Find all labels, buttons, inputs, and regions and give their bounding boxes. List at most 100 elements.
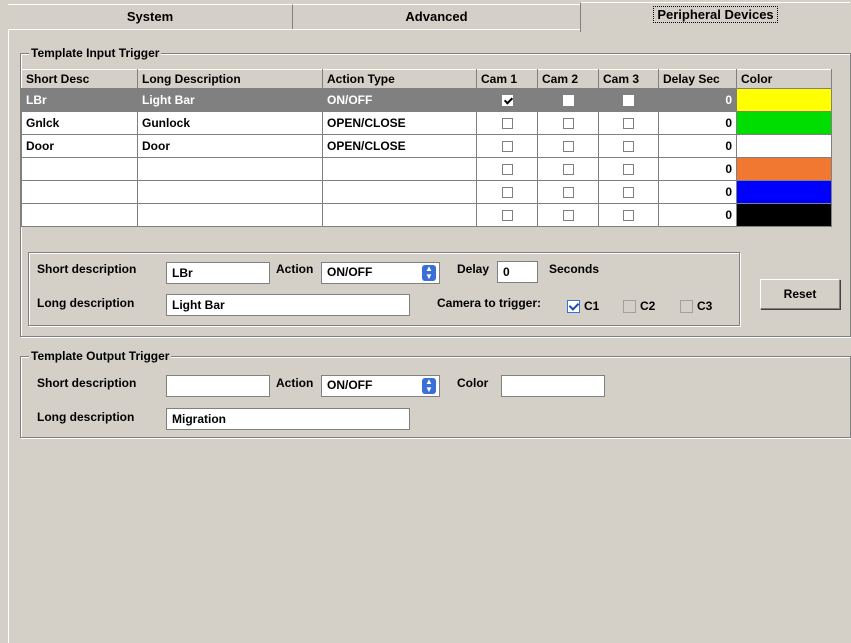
- cell-color[interactable]: [736, 180, 832, 204]
- cell-action-type: OPEN/CLOSE: [322, 111, 477, 135]
- camera-c3-checkbox[interactable]: C3: [680, 299, 712, 313]
- cell-color[interactable]: [736, 134, 832, 158]
- column-header-delay-sec[interactable]: Delay Sec: [658, 69, 737, 89]
- cell-delay-sec: 0: [658, 134, 737, 158]
- cam3-checkbox[interactable]: [623, 164, 634, 176]
- cell-action-type: ON/OFF: [322, 88, 477, 112]
- table-row[interactable]: Gnlck Gunlock OPEN/CLOSE 0: [21, 111, 832, 135]
- cell-long-description: [137, 203, 323, 227]
- cell-color[interactable]: [736, 88, 832, 112]
- short-description-input[interactable]: LBr: [166, 262, 270, 284]
- output-action-select-value: ON/OFF: [327, 378, 373, 392]
- cam3-checkbox[interactable]: [623, 210, 634, 222]
- action-label: Action: [276, 262, 314, 276]
- cell-short-desc: [21, 157, 138, 181]
- cam2-checkbox[interactable]: [562, 95, 574, 107]
- long-description-label: Long description: [37, 296, 135, 310]
- camera-c3-label: C3: [697, 299, 713, 313]
- cell-short-desc: [21, 180, 138, 204]
- cell-cam1: [476, 203, 538, 227]
- cam1-checkbox[interactable]: [501, 141, 513, 153]
- cam1-checkbox[interactable]: [501, 118, 513, 130]
- cam2-checkbox[interactable]: [562, 187, 574, 199]
- cell-cam3: [598, 157, 659, 181]
- column-header-long-description[interactable]: Long Description: [137, 69, 323, 89]
- cam2-checkbox[interactable]: [562, 210, 574, 222]
- column-header-cam2[interactable]: Cam 2: [537, 69, 599, 89]
- camera-c3-box[interactable]: [680, 299, 693, 313]
- cell-delay-sec: 0: [658, 157, 737, 181]
- table-row[interactable]: 0: [21, 203, 832, 227]
- cell-cam1: [476, 157, 538, 181]
- tab-peripheral-devices[interactable]: Peripheral Devices: [580, 2, 850, 32]
- delay-label: Delay: [457, 262, 490, 276]
- camera-c1-checkbox[interactable]: C1: [567, 299, 599, 313]
- delay-input[interactable]: 0: [497, 261, 538, 283]
- cell-long-description: Light Bar: [137, 88, 323, 112]
- output-long-description-input[interactable]: Migration: [166, 408, 410, 430]
- cam1-checkbox[interactable]: [501, 210, 513, 222]
- table-row[interactable]: Door Door OPEN/CLOSE 0: [21, 134, 832, 158]
- column-header-action-type[interactable]: Action Type: [322, 69, 477, 89]
- cell-color[interactable]: [736, 203, 832, 227]
- cell-color[interactable]: [736, 157, 832, 181]
- updown-arrows-icon[interactable]: ▲ ▼: [422, 378, 436, 394]
- table-header-row: Short Desc Long Description Action Type …: [21, 69, 832, 89]
- column-header-cam1[interactable]: Cam 1: [476, 69, 538, 89]
- cell-cam2: [537, 203, 599, 227]
- cell-short-desc: Door: [21, 134, 138, 158]
- cam3-checkbox[interactable]: [623, 187, 634, 199]
- cam2-checkbox[interactable]: [562, 164, 574, 176]
- output-color-field[interactable]: [501, 375, 605, 397]
- cell-delay-sec: 0: [658, 111, 737, 135]
- cam1-checkbox[interactable]: [501, 187, 513, 199]
- cell-cam2: [537, 157, 599, 181]
- cell-short-desc: [21, 203, 138, 227]
- updown-arrows-icon[interactable]: ▲ ▼: [422, 265, 436, 281]
- output-short-description-input[interactable]: [166, 375, 270, 397]
- camera-c1-box[interactable]: [567, 299, 580, 313]
- column-header-cam3[interactable]: Cam 3: [598, 69, 659, 89]
- cam2-checkbox[interactable]: [562, 118, 574, 130]
- camera-c2-box[interactable]: [623, 299, 636, 313]
- table-row[interactable]: LBr Light Bar ON/OFF 0: [21, 88, 832, 112]
- reset-button[interactable]: Reset: [760, 279, 840, 309]
- output-trigger-group: Template Output Trigger: [20, 349, 851, 438]
- cell-action-type: [322, 157, 477, 181]
- table-row[interactable]: 0: [21, 180, 832, 204]
- output-trigger-title: Template Output Trigger: [29, 349, 172, 363]
- seconds-label: Seconds: [549, 262, 600, 276]
- output-color-label: Color: [457, 376, 489, 390]
- cell-long-description: [137, 180, 323, 204]
- cell-color[interactable]: [736, 111, 832, 135]
- cell-long-description: Gunlock: [137, 111, 323, 135]
- tab-bar: System Advanced Peripheral Devices: [0, 0, 851, 32]
- column-header-short-desc[interactable]: Short Desc: [21, 69, 138, 89]
- cell-cam2: [537, 88, 599, 112]
- action-select[interactable]: ON/OFF ▲ ▼: [321, 262, 440, 284]
- cell-action-type: [322, 203, 477, 227]
- cell-cam1: [476, 111, 538, 135]
- cam2-checkbox[interactable]: [562, 141, 574, 153]
- cell-cam1: [476, 180, 538, 204]
- camera-c2-checkbox[interactable]: C2: [623, 299, 655, 313]
- tab-peripheral-devices-label: Peripheral Devices: [653, 6, 778, 23]
- input-trigger-table[interactable]: Short Desc Long Description Action Type …: [21, 69, 832, 227]
- output-action-select[interactable]: ON/OFF ▲ ▼: [321, 375, 440, 397]
- table-row[interactable]: 0: [21, 157, 832, 181]
- cell-action-type: OPEN/CLOSE: [322, 134, 477, 158]
- cell-short-desc: Gnlck: [21, 111, 138, 135]
- cam1-checkbox[interactable]: [501, 95, 513, 107]
- tab-system[interactable]: System: [8, 4, 292, 30]
- cell-cam2: [537, 180, 599, 204]
- cam1-checkbox[interactable]: [501, 164, 513, 176]
- column-header-color[interactable]: Color: [736, 69, 832, 89]
- camera-c1-label: C1: [584, 299, 600, 313]
- long-description-input[interactable]: Light Bar: [166, 294, 410, 316]
- cam3-checkbox[interactable]: [623, 95, 634, 107]
- cell-long-description: Door: [137, 134, 323, 158]
- tab-advanced[interactable]: Advanced: [292, 4, 580, 30]
- cam3-checkbox[interactable]: [623, 141, 634, 153]
- cell-short-desc: LBr: [21, 88, 138, 112]
- cam3-checkbox[interactable]: [623, 118, 634, 130]
